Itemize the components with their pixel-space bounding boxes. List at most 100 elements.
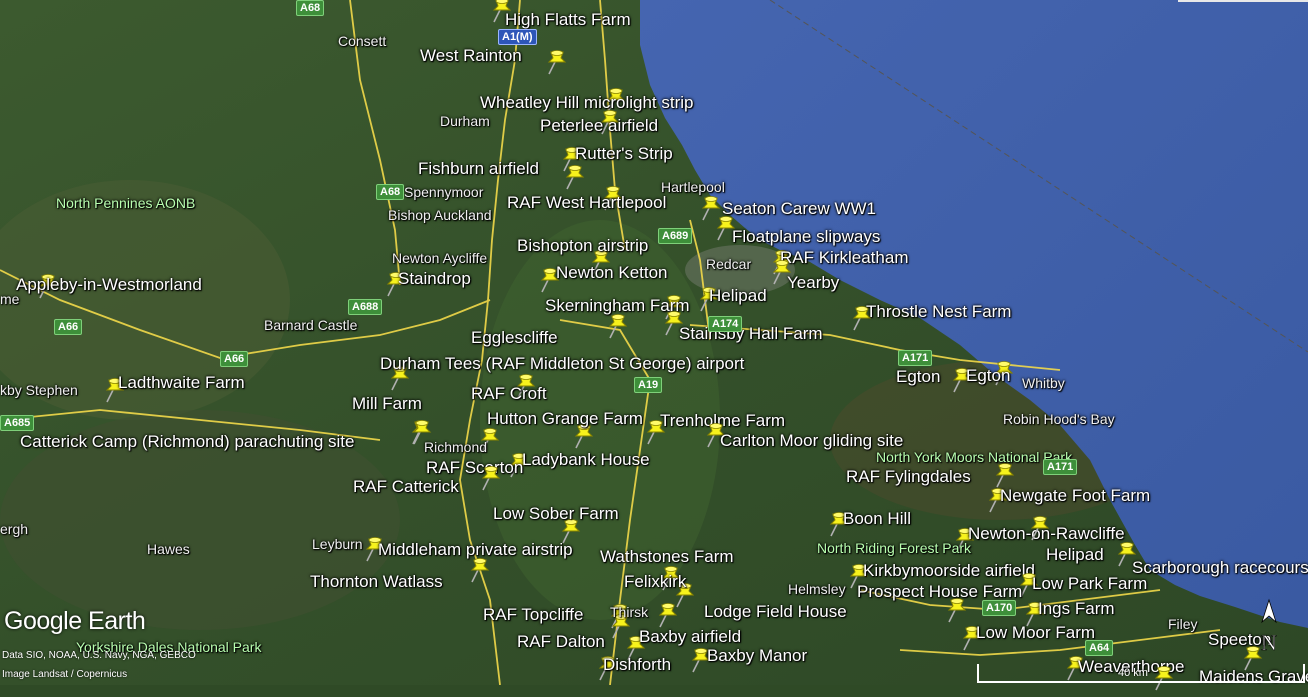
yellow-pushpin-icon[interactable]: [1026, 514, 1052, 542]
placemark-label[interactable]: Helipad: [1046, 546, 1104, 563]
toolbar-edge: [1178, 0, 1308, 2]
yellow-pushpin-icon[interactable]: [466, 556, 492, 584]
placemark-label[interactable]: Lodge Field House: [704, 603, 847, 620]
attribution-imagery: Image Landsat / Copernicus: [2, 669, 128, 680]
placemark-label[interactable]: Fishburn airfield: [418, 160, 539, 177]
placemark-label[interactable]: Scarborough racecourse: [1132, 559, 1308, 576]
placemark-label[interactable]: Kirkbymoorside airfield: [863, 562, 1035, 579]
place-label: me: [0, 291, 20, 307]
placemark-label[interactable]: Hutton Grange Farm: [487, 410, 643, 427]
placemark-label[interactable]: Low Moor Farm: [976, 624, 1095, 641]
road-shield: A68: [376, 184, 405, 201]
yellow-pushpin-icon[interactable]: [477, 464, 503, 492]
placemark-label[interactable]: Newton Ketton: [556, 264, 668, 281]
road-shield: A171: [898, 350, 933, 367]
place-label: ergh: [0, 521, 29, 537]
yellow-pushpin-icon[interactable]: [561, 163, 587, 191]
placemark-label[interactable]: Durham Tees (RAF Middleton St George) ai…: [380, 355, 744, 372]
placemark-label[interactable]: Wathstones Farm: [600, 548, 734, 565]
placemark-label[interactable]: Helipad: [709, 287, 767, 304]
park-label: North Pennines AONB: [56, 195, 196, 211]
placemark-label[interactable]: Ladthwaite Farm: [118, 374, 245, 391]
google-earth-logo: Google Earth: [4, 607, 146, 635]
placemark-label[interactable]: RAF Fylingdales: [846, 468, 971, 485]
placemark-label[interactable]: Baxby Manor: [707, 647, 807, 664]
placemark-label[interactable]: Ladybank House: [522, 451, 650, 468]
road-shield: A64: [1085, 640, 1114, 657]
placemark-label[interactable]: Catterick Camp (Richmond) parachuting si…: [20, 433, 354, 450]
attribution-data: Data SIO, NOAA, U.S. Navy, NGA, GEBCO: [2, 650, 196, 661]
placemark-label[interactable]: Baxby airfield: [639, 628, 741, 645]
road-shield: A689: [658, 228, 693, 245]
placemark-label[interactable]: Peterlee airfield: [540, 117, 658, 134]
placemark-label[interactable]: Throstle Nest Farm: [866, 303, 1011, 320]
scale-label: 40 km: [1118, 667, 1148, 679]
place-label: Hawes: [147, 541, 190, 557]
placemark-label[interactable]: Low Sober Farm: [493, 505, 619, 522]
road-shield: A66: [54, 319, 83, 336]
placemark-label[interactable]: Stainsby Hall Farm: [679, 325, 823, 342]
placemark-label[interactable]: Egglescliffe: [471, 329, 558, 346]
north-label: N: [1261, 630, 1277, 655]
placemark-label[interactable]: Bishopton airstrip: [517, 237, 648, 254]
place-label: Newton Aycliffe: [392, 250, 488, 266]
placemark-label[interactable]: Boon Hill: [843, 510, 911, 527]
place-label: Robin Hood's Bay: [1003, 411, 1115, 427]
place-label: Richmond: [424, 439, 488, 455]
yellow-pushpin-icon[interactable]: [543, 48, 569, 76]
place-label: Barnard Castle: [264, 317, 358, 333]
placemark-label[interactable]: RAF Catterick: [353, 478, 459, 495]
road-shield: A171: [1043, 459, 1078, 476]
road-shield: A170: [982, 600, 1017, 617]
placemark-label[interactable]: RAF Croft: [471, 385, 547, 402]
placemark-label[interactable]: Seaton Carew WW1: [722, 200, 876, 217]
placemark-label[interactable]: Felixkirk: [624, 573, 686, 590]
placemark-label[interactable]: RAF Kirkleatham: [780, 249, 908, 266]
placemark-label[interactable]: Egton: [966, 367, 1010, 384]
road-shield: A19: [634, 377, 663, 394]
placemark-label[interactable]: Carlton Moor gliding site: [720, 432, 903, 449]
park-label: North Riding Forest Park: [817, 540, 972, 556]
place-label: Hartlepool: [661, 179, 725, 195]
placemark-label[interactable]: Newgate Foot Farm: [1000, 487, 1150, 504]
north-arrow-icon[interactable]: N: [1254, 598, 1284, 658]
place-label: kby Stephen: [0, 382, 78, 398]
placemark-label[interactable]: Yearby: [787, 274, 839, 291]
placemark-label[interactable]: Rutter's Strip: [575, 145, 673, 162]
placemark-label[interactable]: RAF Dalton: [517, 633, 605, 650]
road-shield: A685: [0, 415, 35, 432]
road-shield: A66: [220, 351, 249, 368]
yellow-pushpin-icon[interactable]: [654, 601, 680, 629]
placemark-label[interactable]: Low Park Farm: [1032, 575, 1147, 592]
road-shield: A1(M): [498, 29, 537, 46]
placemark-label[interactable]: Wheatley Hill microlight strip: [480, 94, 694, 111]
road-shield: A174: [708, 316, 743, 333]
place-label: Bishop Auckland: [388, 207, 492, 223]
road-shield: A688: [348, 299, 383, 316]
placemark-label[interactable]: High Flatts Farm: [505, 11, 631, 28]
placemark-label[interactable]: Appleby-in-Westmorland: [16, 276, 202, 293]
place-label: Leyburn: [312, 536, 363, 552]
placemark-label[interactable]: RAF West Hartlepool: [507, 194, 666, 211]
road-shield: A68: [296, 0, 325, 17]
placemark-label[interactable]: West Rainton: [420, 47, 522, 64]
placemark-label[interactable]: Staindrop: [398, 270, 471, 287]
placemark-label[interactable]: Egton: [896, 368, 940, 385]
place-label: Whitby: [1022, 375, 1065, 391]
yellow-pushpin-icon[interactable]: [604, 312, 630, 340]
place-label: Filey: [1168, 616, 1198, 632]
placemark-label[interactable]: Floatplane slipways: [732, 228, 880, 245]
placemark-label[interactable]: Dishforth: [603, 656, 671, 673]
place-label: Helmsley: [788, 581, 846, 597]
placemark-label[interactable]: RAF Scorton: [426, 459, 523, 476]
place-label: Durham: [440, 113, 490, 129]
placemark-label[interactable]: Ings Farm: [1038, 600, 1115, 617]
place-label: Consett: [338, 33, 387, 49]
placemark-label[interactable]: Thornton Watlass: [310, 573, 443, 590]
placemark-label[interactable]: Prospect House Farm: [857, 583, 1022, 600]
place-label: Spennymoor: [404, 184, 484, 200]
placemark-label[interactable]: Mill Farm: [352, 395, 422, 412]
place-label: Redcar: [706, 256, 752, 272]
placemark-label[interactable]: RAF Topcliffe: [483, 606, 583, 623]
yellow-pushpin-icon[interactable]: [991, 461, 1017, 489]
